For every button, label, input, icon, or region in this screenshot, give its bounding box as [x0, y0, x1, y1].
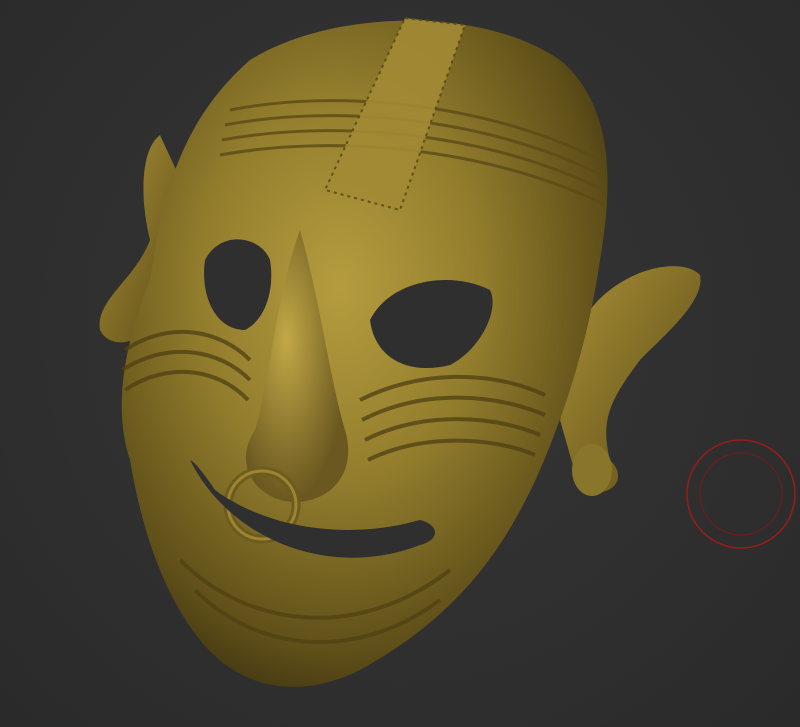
brush-circle-icon: [686, 439, 796, 549]
brush-outer-radius: [686, 439, 796, 549]
3d-viewport-canvas[interactable]: [0, 0, 800, 727]
brush-inner-radius: [699, 452, 783, 536]
